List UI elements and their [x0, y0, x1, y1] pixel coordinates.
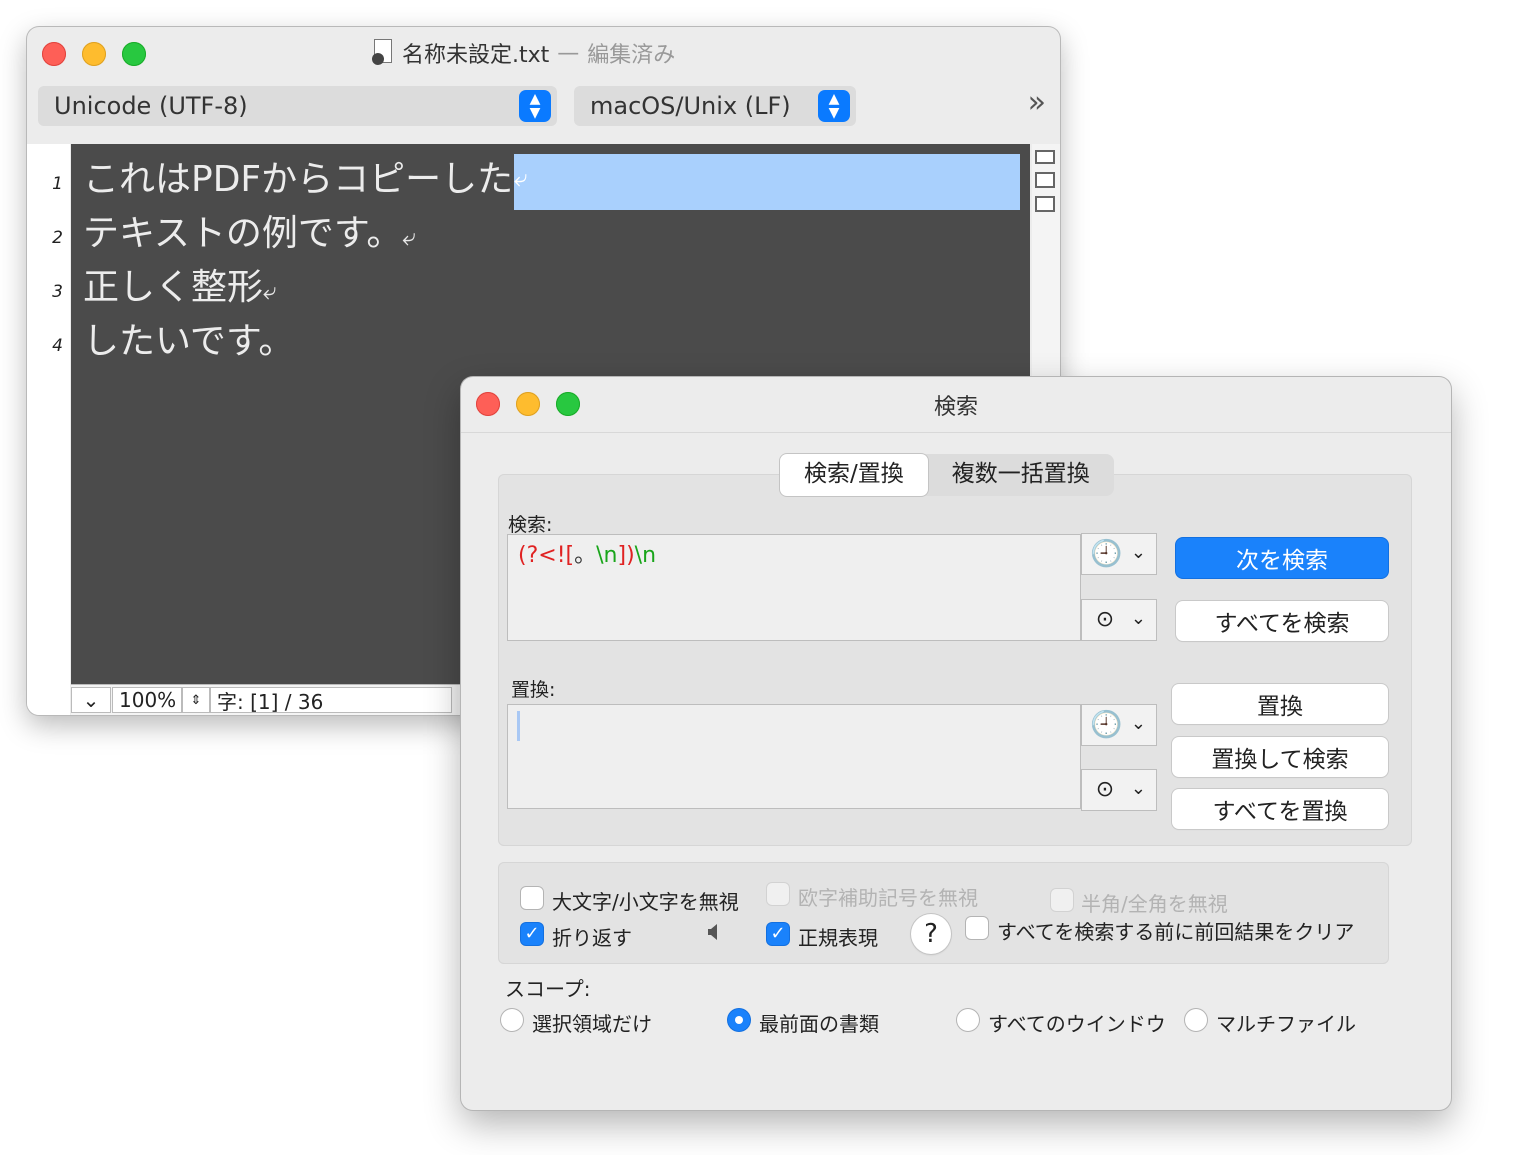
- document-icon: [372, 39, 394, 67]
- selection-highlight: ⤶: [514, 154, 1020, 210]
- speaker-icon: [708, 924, 717, 940]
- edited-status: 編集済み: [587, 43, 676, 68]
- find-all-button[interactable]: すべてを検索: [1176, 601, 1388, 641]
- toolbar-overflow-icon[interactable]: »: [1028, 85, 1046, 120]
- line-number-gutter: 1 2 3 4: [27, 144, 70, 715]
- text-caret: [517, 711, 520, 741]
- history-clock-icon: 🕘: [1090, 710, 1123, 740]
- text-line: テキストの例です。⤶: [83, 213, 416, 254]
- text-line: 正しく整形⤶: [83, 267, 277, 308]
- search-field[interactable]: (?<![。\n])\n: [507, 534, 1081, 641]
- line-endings-value: macOS/Unix (LF): [590, 92, 791, 120]
- text-line: これはPDFからコピーした: [83, 159, 514, 200]
- clear-results-label: すべてを検索する前に前回結果をクリア: [997, 920, 1355, 944]
- text-line: したいです。: [83, 321, 295, 362]
- line-number: 1: [52, 174, 63, 194]
- ignore-diacritics-label: 欧字補助記号を無視: [798, 886, 978, 910]
- ellipsis-circle-icon: ⊙: [1095, 777, 1115, 802]
- help-button[interactable]: ?: [911, 914, 951, 954]
- replace-all-button[interactable]: すべてを置換: [1172, 789, 1388, 829]
- split-vertical-icon[interactable]: [1035, 196, 1055, 212]
- replace-label: 置換:: [511, 679, 556, 701]
- minimize-icon[interactable]: [82, 42, 106, 66]
- updown-arrows-icon: ▲ ▼: [818, 90, 850, 122]
- scope-label: スコープ:: [505, 977, 591, 1001]
- scope-selection-radio[interactable]: [501, 1009, 523, 1031]
- zoom-stepper-icon[interactable]: ⇕: [182, 687, 210, 713]
- dialog-title: 検索: [933, 395, 978, 420]
- replace-options-popup[interactable]: ⊙ ⌄: [1081, 769, 1157, 811]
- scope-all-windows-radio[interactable]: [957, 1009, 979, 1031]
- chevron-down-icon: ⌄: [1130, 713, 1146, 734]
- chevron-down-icon: ⌄: [1130, 542, 1146, 563]
- clear-results-checkbox[interactable]: [966, 917, 988, 939]
- history-clock-icon: 🕘: [1090, 539, 1123, 569]
- replace-history-popup[interactable]: 🕘 ⌄: [1081, 704, 1157, 746]
- newline-glyph: ⤶: [514, 164, 528, 192]
- document-filename: 名称未設定.txt: [402, 43, 550, 68]
- character-count: 字: [1] / 36: [210, 687, 452, 714]
- zoom-icon[interactable]: [122, 42, 146, 66]
- search-label: 検索:: [508, 514, 553, 536]
- find-next-button[interactable]: 次を検索: [1176, 538, 1388, 578]
- chevron-down-icon[interactable]: ⌄: [71, 687, 111, 713]
- titlebar-divider: [461, 432, 1451, 433]
- ignore-case-label: 大文字/小文字を無視: [552, 890, 739, 914]
- single-view-icon[interactable]: [1035, 150, 1055, 164]
- wrap-label: 折り返す: [552, 926, 632, 950]
- close-icon[interactable]: [42, 42, 66, 66]
- search-value: (?<![。\n])\n: [518, 543, 657, 568]
- ignore-width-label: 半角/全角を無視: [1081, 892, 1228, 916]
- newline-glyph: ⤶: [402, 223, 416, 251]
- zoom-level[interactable]: 100%: [112, 687, 182, 713]
- scope-selection-label: 選択領域だけ: [532, 1012, 652, 1036]
- updown-arrows-icon: ▲ ▼: [519, 90, 551, 122]
- regex-label: 正規表現: [798, 926, 878, 950]
- chevron-down-icon: ⌄: [1130, 778, 1146, 799]
- chevron-down-icon: ⌄: [1130, 608, 1146, 629]
- ignore-diacritics-checkbox: [767, 883, 789, 905]
- ignore-width-checkbox: [1051, 889, 1073, 911]
- ellipsis-circle-icon: ⊙: [1095, 607, 1115, 632]
- encoding-popup[interactable]: Unicode (UTF-8) ▲ ▼: [38, 86, 557, 126]
- replace-field[interactable]: [507, 704, 1081, 809]
- tab-multiple-replace[interactable]: 複数一括置換: [928, 454, 1114, 496]
- scope-all-windows-label: すべてのウインドウ: [988, 1012, 1166, 1036]
- encoding-value: Unicode (UTF-8): [54, 92, 248, 120]
- find-dialog: 検索 検索/置換 複数一括置換 検索: (?<![。\n])\n 🕘 ⌄ ⊙ ⌄…: [461, 377, 1451, 1110]
- mode-tabs: 検索/置換 複数一括置換: [780, 454, 1114, 496]
- search-options-popup[interactable]: ⊙ ⌄: [1081, 599, 1157, 641]
- ignore-case-checkbox[interactable]: [521, 887, 543, 909]
- wrap-checkbox[interactable]: ✓: [521, 923, 543, 945]
- scope-multi-file-radio[interactable]: [1185, 1009, 1207, 1031]
- newline-glyph: ⤶: [263, 277, 277, 305]
- scope-multi-file-label: マルチファイル: [1216, 1012, 1356, 1036]
- scope-frontmost-radio[interactable]: [728, 1009, 750, 1031]
- window-title: 名称未設定.txt — 編集済み: [372, 37, 675, 69]
- scope-frontmost-label: 最前面の書類: [759, 1012, 879, 1036]
- line-number: 2: [52, 228, 63, 248]
- line-endings-popup[interactable]: macOS/Unix (LF) ▲ ▼: [574, 86, 856, 126]
- tab-find-replace[interactable]: 検索/置換: [780, 454, 928, 496]
- replace-button[interactable]: 置換: [1172, 684, 1388, 724]
- line-number: 4: [52, 336, 63, 356]
- search-history-popup[interactable]: 🕘 ⌄: [1081, 533, 1157, 575]
- regex-checkbox[interactable]: ✓: [767, 923, 789, 945]
- line-number: 3: [52, 282, 63, 302]
- replace-and-find-button[interactable]: 置換して検索: [1172, 737, 1388, 777]
- split-horizontal-icon[interactable]: [1035, 172, 1055, 188]
- title-separator: —: [557, 40, 580, 66]
